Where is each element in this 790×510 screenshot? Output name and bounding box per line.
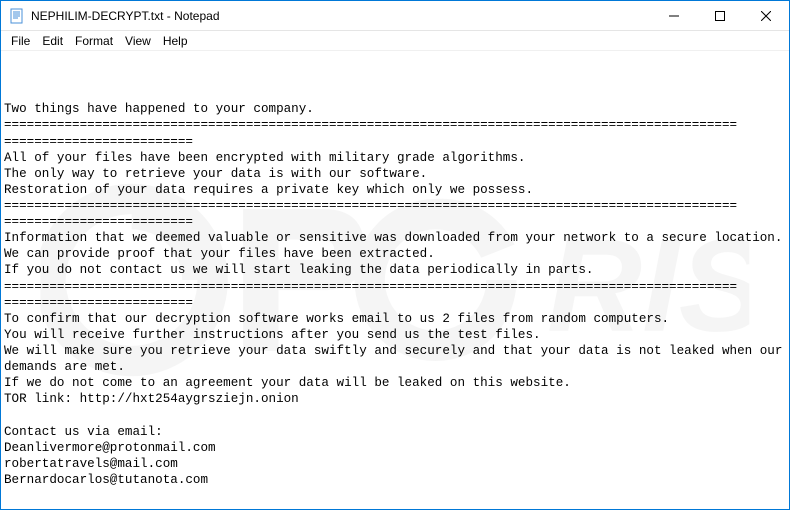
menu-help[interactable]: Help: [157, 33, 194, 49]
menu-format[interactable]: Format: [69, 33, 119, 49]
notepad-icon: [9, 8, 25, 24]
menu-file[interactable]: File: [5, 33, 36, 49]
window-title: NEPHILIM-DECRYPT.txt - Notepad: [31, 9, 220, 23]
close-button[interactable]: [743, 1, 789, 30]
menubar: File Edit Format View Help: [1, 31, 789, 51]
menu-edit[interactable]: Edit: [36, 33, 69, 49]
minimize-button[interactable]: [651, 1, 697, 30]
notepad-window: NEPHILIM-DECRYPT.txt - Notepad File Edit…: [0, 0, 790, 510]
titlebar[interactable]: NEPHILIM-DECRYPT.txt - Notepad: [1, 1, 789, 31]
maximize-button[interactable]: [697, 1, 743, 30]
text-area[interactable]: RISK Two things have happened to your co…: [1, 51, 789, 509]
menu-view[interactable]: View: [119, 33, 157, 49]
document-text: Two things have happened to your company…: [4, 101, 786, 488]
window-controls: [651, 1, 789, 30]
